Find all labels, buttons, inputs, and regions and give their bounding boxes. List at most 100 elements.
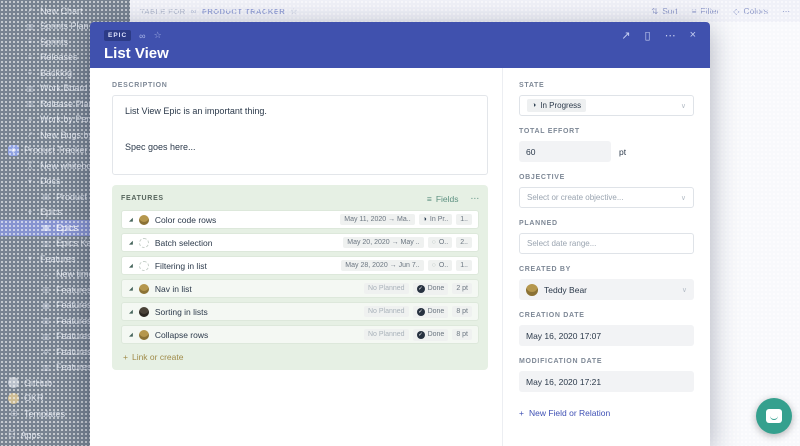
- modal-fields-column: STATE ◑ In Progress ∨ TOTAL EFFORT 60 pt …: [502, 68, 710, 446]
- chat-bubble-icon: [766, 409, 782, 423]
- effort-chip[interactable]: 1..: [456, 214, 472, 225]
- state-select[interactable]: ◑ In Progress ∨: [519, 95, 694, 116]
- okr-icon: [8, 392, 19, 404]
- in-progress-icon: ◑: [422, 216, 427, 223]
- state-chip[interactable]: ◑ In Pr..: [418, 214, 453, 225]
- effort-chip[interactable]: 8 pt: [452, 329, 472, 340]
- page-title: List View: [104, 45, 169, 62]
- planned-dates-chip[interactable]: No Planned: [363, 283, 409, 294]
- fields-label: Fields: [435, 193, 459, 204]
- new-field-or-relation-button[interactable]: + New Field or Relation: [519, 408, 694, 418]
- feature-row[interactable]: ◢ Filtering in list May 28, 2020 → Jun 7…: [121, 256, 479, 275]
- created-by-select[interactable]: Teddy Bear ∨: [519, 279, 694, 300]
- link-or-create-button[interactable]: + Link or create: [123, 352, 479, 362]
- sidebar-item-label: Releases: [40, 52, 78, 63]
- objective-label: OBJECTIVE: [519, 174, 565, 181]
- state-label: O..: [438, 239, 449, 246]
- planned-label: PLANNED: [519, 220, 558, 227]
- copy-link-icon[interactable]: ∞: [139, 31, 145, 41]
- expand-row-icon[interactable]: ◢: [129, 309, 133, 315]
- feature-row[interactable]: ◢ Color code rows May 11, 2020 → Ma.. ◑ I…: [121, 210, 479, 229]
- expand-row-icon[interactable]: ◢: [129, 332, 133, 338]
- planned-field: PLANNED Select date range...: [519, 220, 694, 254]
- state-chip[interactable]: ○ O..: [427, 237, 453, 248]
- feature-row[interactable]: ◢ Collapse rows No Planned ✓ Done 8 pt: [121, 325, 479, 344]
- planned-dates-chip[interactable]: May 11, 2020 → Ma..: [340, 214, 415, 225]
- more-options-icon[interactable]: ⋯: [665, 29, 676, 42]
- effort-chip[interactable]: 1..: [456, 260, 472, 271]
- fields-button[interactable]: ≡ Fields: [427, 194, 459, 204]
- planned-dates-chip[interactable]: May 28, 2020 → Jun 7..: [341, 260, 424, 271]
- sidebar-item-label: Sprints Plan: [40, 21, 89, 32]
- feature-row[interactable]: ◢ Sorting in lists No Planned ✓ Done 8 pt: [121, 302, 479, 321]
- state-label: STATE: [519, 82, 545, 89]
- sidebar-item-label: Release Plan: [40, 98, 94, 109]
- project-link[interactable]: PRODUCT TRACKER: [202, 7, 285, 16]
- state-value: In Progress: [540, 101, 582, 110]
- sort-button[interactable]: ⇅ Sort: [651, 6, 677, 16]
- whiteboard-icon: ╳: [27, 161, 33, 171]
- chevron-down-icon: ∨: [680, 102, 686, 110]
- assignee-avatar-empty: [138, 237, 149, 248]
- star-icon[interactable]: ☆: [154, 30, 162, 41]
- board-icon: ▥: [42, 285, 50, 295]
- effort-chip[interactable]: 2 pt: [452, 283, 472, 294]
- timeline-icon: ↔: [42, 269, 50, 279]
- expand-row-icon[interactable]: ◢: [129, 240, 133, 246]
- feature-title: Collapse rows: [154, 329, 209, 340]
- board-icon: ▥: [42, 331, 50, 341]
- expand-row-icon[interactable]: ◢: [129, 263, 133, 269]
- board-icon: ▥: [42, 362, 50, 372]
- state-chip[interactable]: ○ O..: [427, 260, 453, 271]
- modal-actions: ↗ ▯ ⋯ ×: [621, 29, 696, 42]
- feature-row[interactable]: ◢ Batch selection May 20, 2020 → May .. …: [121, 233, 479, 252]
- expand-row-icon[interactable]: ◢: [129, 286, 133, 292]
- planned-date-input[interactable]: Select date range...: [519, 233, 694, 254]
- github-icon: [8, 377, 19, 389]
- expand-row-icon[interactable]: ◢: [129, 217, 133, 223]
- sidebar-item-label: Features: [40, 253, 76, 264]
- filter-button[interactable]: ≡ Filter: [692, 6, 720, 16]
- in-progress-icon: ◑: [532, 102, 537, 109]
- user-avatar: [526, 283, 538, 296]
- star-icon[interactable]: ☆: [290, 7, 298, 16]
- link-icon: ∞: [190, 6, 197, 16]
- planned-placeholder: Select date range...: [527, 239, 597, 248]
- effort-chip[interactable]: 2..: [456, 237, 472, 248]
- table-icon: ▦: [42, 300, 50, 310]
- list-icon: ≡: [27, 114, 33, 124]
- topbar: TABLE FOR ∞ PRODUCT TRACKER ☆ ⇅ Sort ≡ Fil…: [130, 0, 800, 22]
- description-editor[interactable]: List View Epic is an important thing. Sp…: [112, 95, 488, 175]
- planned-dates-chip[interactable]: No Planned: [363, 329, 409, 340]
- colors-label: Colors: [743, 6, 768, 16]
- state-chip[interactable]: ✓ Done: [412, 328, 449, 341]
- more-button[interactable]: ⋯: [782, 7, 790, 16]
- features-more-icon[interactable]: ⋯: [471, 193, 480, 204]
- epic-detail-modal: EPIC ∞ ☆ ↗ ▯ ⋯ × List View DESCRIPTION L…: [90, 22, 710, 446]
- state-chip[interactable]: ✓ Done: [412, 282, 449, 295]
- context-label: TABLE FOR: [140, 6, 186, 16]
- close-icon[interactable]: ×: [690, 29, 696, 42]
- total-effort-field: TOTAL EFFORT 60 pt: [519, 128, 694, 162]
- planned-dates-chip[interactable]: May 20, 2020 → May ..: [343, 237, 424, 248]
- side-panel-icon[interactable]: ▯: [645, 29, 651, 42]
- done-state-icon: ✓: [416, 330, 425, 339]
- list-icon: ≡: [27, 37, 33, 47]
- feature-title: Batch selection: [154, 237, 213, 248]
- effort-chip[interactable]: 8 pt: [452, 306, 472, 317]
- chevron-down-icon: ∨: [681, 286, 687, 294]
- planned-dates-chip[interactable]: No Planned: [363, 306, 409, 317]
- expand-icon[interactable]: ↗: [621, 29, 630, 42]
- chat-support-button[interactable]: [756, 398, 792, 434]
- topbar-controls: ⇅ Sort ≡ Filter ◇ Colors ⋯: [651, 6, 790, 16]
- sidebar-item-new-chart[interactable]: ↗ New Chart: [0, 3, 130, 19]
- plus-icon: +: [123, 352, 128, 362]
- sidebar-item-label: Epics: [40, 207, 63, 218]
- sidebar-item-label: Features: [56, 300, 92, 311]
- colors-button[interactable]: ◇ Colors: [733, 6, 768, 16]
- total-effort-input[interactable]: 60: [519, 141, 611, 162]
- objective-placeholder: Select or create objective...: [527, 193, 624, 202]
- feature-row[interactable]: ◢ Nav in list No Planned ✓ Done 2 pt: [121, 279, 479, 298]
- state-chip[interactable]: ✓ Done: [412, 305, 449, 318]
- objective-select[interactable]: Select or create objective... ∨: [519, 187, 694, 208]
